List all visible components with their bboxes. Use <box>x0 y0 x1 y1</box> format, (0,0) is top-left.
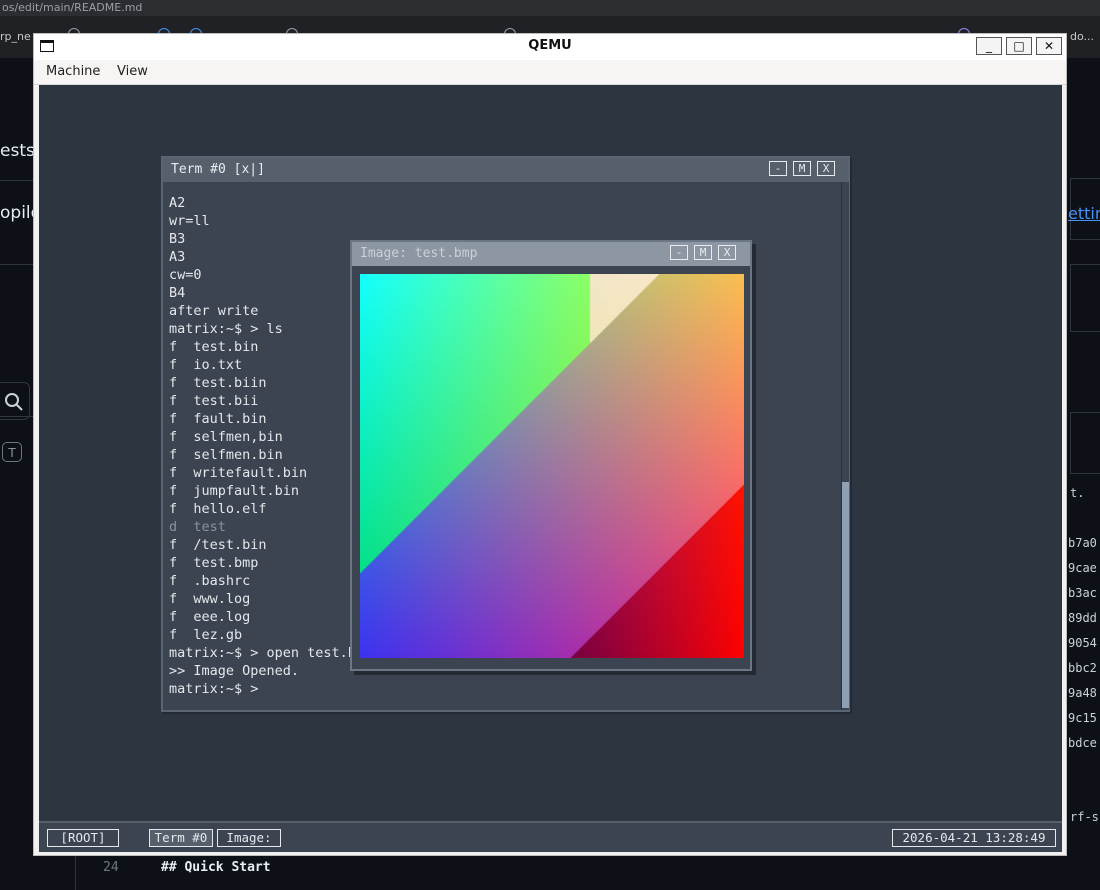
qemu-window: QEMU _ □ ✕ Machine View Term #0 [x|] - M… <box>33 33 1067 856</box>
editor-line-number: 24 <box>103 860 119 875</box>
host-left-fragment: ests <box>0 141 35 161</box>
commit-hash[interactable]: b7a0 <box>1068 536 1097 550</box>
terminal-line: matrix:~$ > <box>169 681 259 697</box>
scrollbar-thumb[interactable] <box>842 482 849 708</box>
host-tab-fragment[interactable]: rp_ne <box>0 30 31 43</box>
guest-taskbar: [ROOT] Term #0 Image: 2026-04-21 13:28:4… <box>39 821 1062 852</box>
terminal-line: f fault.bin <box>169 411 267 427</box>
host-editor-line: 24 ## Quick Start <box>33 856 1066 890</box>
editor-gutter <box>75 856 76 890</box>
host-text-fragment: t. <box>1070 486 1085 500</box>
host-text-fragment: rf-s <box>1070 810 1099 824</box>
taskbar-item-image[interactable]: Image: <box>217 829 281 847</box>
commit-hash[interactable]: 9054 <box>1068 636 1097 650</box>
host-right-panel: etting t. b7a0 9cae b3ac 89dd 9054 bbc2 … <box>1066 58 1100 890</box>
terminal-titlebar[interactable]: Term #0 [x|] - M X <box>163 158 848 182</box>
search-icon <box>5 393 23 411</box>
qemu-title: QEMU <box>528 38 572 53</box>
terminal-line: f www.log <box>169 591 251 607</box>
commit-hash[interactable]: 89dd <box>1068 611 1097 625</box>
commit-hash[interactable]: 9a48 <box>1068 686 1097 700</box>
terminal-line: after write <box>169 303 259 319</box>
image-viewer-title: Image: test.bmp <box>360 246 478 261</box>
terminal-line: f test.bmp <box>169 555 259 571</box>
image-maximize-button[interactable]: M <box>694 245 712 260</box>
image-close-button[interactable]: X <box>718 245 736 260</box>
host-left-panel: ests opilo T <box>0 58 41 890</box>
taskbar-item-terminal[interactable]: Term #0 <box>149 829 213 847</box>
terminal-line: f lez.gb <box>169 627 243 643</box>
minimize-button[interactable]: _ <box>976 37 1002 55</box>
terminal-title: Term #0 [x|] <box>171 162 265 177</box>
qemu-titlebar[interactable]: QEMU _ □ ✕ <box>34 34 1066 60</box>
host-panel-box <box>1070 264 1100 332</box>
guest-screen[interactable]: Term #0 [x|] - M X A2 wr=ll B3 A3 cw=0 B4 afte… <box>39 85 1062 852</box>
terminal-minimize-button[interactable]: - <box>769 161 787 176</box>
terminal-line: f io.txt <box>169 357 243 373</box>
terminal-line: f hello.elf <box>169 501 267 517</box>
terminal-line: f .bashrc <box>169 573 251 589</box>
image-viewer-titlebar[interactable]: Image: test.bmp - M X <box>352 242 750 266</box>
commit-hash[interactable]: 9cae <box>1068 561 1097 575</box>
editor-line-text[interactable]: ## Quick Start <box>161 860 271 875</box>
terminal-line: cw=0 <box>169 267 202 283</box>
terminal-scrollbar[interactable] <box>841 182 849 710</box>
terminal-output[interactable]: A2 wr=ll B3 A3 cw=0 B4 after write matrix:~$ > … <box>169 194 372 698</box>
menu-machine[interactable]: Machine <box>46 64 100 79</box>
bitmap-image <box>360 274 744 658</box>
shortcut-key-badge: T <box>2 442 22 462</box>
terminal-line: A2 <box>169 195 186 211</box>
divider <box>0 264 33 265</box>
terminal-close-button[interactable]: X <box>817 161 835 176</box>
host-tab-fragment[interactable]: do... <box>1070 30 1094 43</box>
terminal-line: d test <box>169 519 226 535</box>
terminal-line: matrix:~$ > open test.bmp <box>169 645 373 661</box>
terminal-line: f eee.log <box>169 609 251 625</box>
terminal-line: wr=ll <box>169 213 210 229</box>
taskbar-root-button[interactable]: [ROOT] <box>47 829 119 847</box>
terminal-line: f selfmen,bin <box>169 429 283 445</box>
commit-hash[interactable]: bdce <box>1068 736 1097 750</box>
terminal-line: A3 <box>169 249 186 265</box>
terminal-line: f jumpfault.bin <box>169 483 300 499</box>
divider <box>0 180 33 181</box>
qemu-menubar: Machine View <box>34 60 1066 85</box>
commit-hash[interactable]: b3ac <box>1068 586 1097 600</box>
terminal-line: f selfmen.bin <box>169 447 283 463</box>
terminal-line: f test.bin <box>169 339 259 355</box>
divider <box>0 416 33 417</box>
terminal-line: matrix:~$ > ls <box>169 321 283 337</box>
terminal-line: f test.biin <box>169 375 267 391</box>
host-panel-box <box>1070 412 1100 474</box>
terminal-line: B4 <box>169 285 186 301</box>
terminal-line: >> Image Opened. <box>169 663 300 679</box>
terminal-line: f test.bii <box>169 393 259 409</box>
commit-hash[interactable]: bbc2 <box>1068 661 1097 675</box>
terminal-line: f writefault.bin <box>169 465 308 481</box>
host-settings-link[interactable]: etting <box>1068 204 1100 223</box>
commit-hash[interactable]: 9c15 <box>1068 711 1097 725</box>
close-button[interactable]: ✕ <box>1036 37 1062 55</box>
maximize-button[interactable]: □ <box>1006 37 1032 55</box>
image-minimize-button[interactable]: - <box>670 245 688 260</box>
terminal-maximize-button[interactable]: M <box>793 161 811 176</box>
taskbar-clock: 2026-04-21 13:28:49 <box>892 829 1056 847</box>
host-search-button[interactable] <box>0 382 30 420</box>
host-url-bar: os/edit/main/README.md <box>0 0 1100 16</box>
terminal-line: f /test.bin <box>169 537 267 553</box>
image-viewer-window[interactable]: Image: test.bmp - M X <box>350 240 752 671</box>
terminal-line: B3 <box>169 231 186 247</box>
menu-view[interactable]: View <box>117 64 148 79</box>
